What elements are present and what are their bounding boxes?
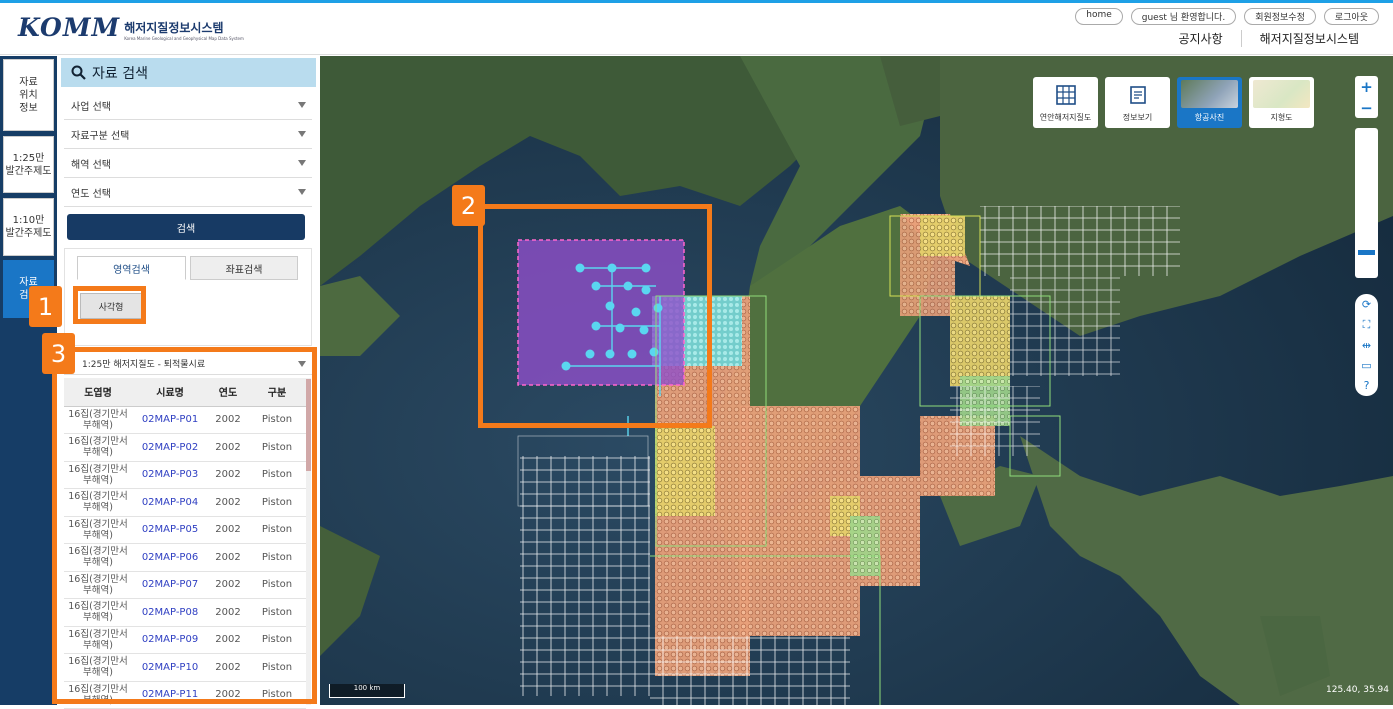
logo-title: 해저지질정보시스템 <box>124 21 224 35</box>
edit-profile-link[interactable]: 회원정보수정 <box>1244 8 1316 25</box>
tab-250k-maps[interactable]: 1:25만 발간주제도 <box>3 136 54 193</box>
year-select-label: 연도 선택 <box>71 188 111 200</box>
project-select-label: 사업 선택 <box>71 101 111 113</box>
highlight-box-rect-button <box>73 286 146 324</box>
annotation-badge-3: 3 <box>42 333 75 374</box>
measure-icon[interactable]: ⇹ <box>1362 339 1371 352</box>
site-header: KOMM 해저지질정보시스템 Korea Marine Geological a… <box>0 3 1393 55</box>
refresh-icon[interactable]: ⟳ <box>1362 298 1371 311</box>
layer-info-label: 정보보기 <box>1122 113 1153 122</box>
topo-thumbnail-icon <box>1253 80 1310 108</box>
home-link[interactable]: home <box>1075 8 1123 25</box>
coordinate-readout: 125.40, 35.94 <box>1326 685 1389 695</box>
document-icon <box>1129 85 1146 104</box>
sea-area-select[interactable]: 해역 선택 <box>64 149 312 178</box>
layer-coastal-geology-button[interactable]: 연안해저지질도 <box>1033 77 1098 128</box>
layer-info-button[interactable]: 정보보기 <box>1105 77 1170 128</box>
zoom-slider[interactable] <box>1355 128 1378 278</box>
sea-area-select-label: 해역 선택 <box>71 159 111 171</box>
tab-100k-maps[interactable]: 1:10만 발간주제도 <box>3 198 54 256</box>
nav-system[interactable]: 해저지질정보시스템 <box>1240 30 1377 47</box>
layer-aerial-button[interactable]: 항공사진 <box>1177 77 1242 128</box>
zoom-slider-handle[interactable] <box>1358 250 1375 255</box>
left-tab-bar: 자료 위치 정보 1:25만 발간주제도 1:10만 발간주제도 자료 검색 <box>0 56 57 705</box>
layer-switcher: 연안해저지질도 정보보기 항공사진 지형도 <box>1033 77 1314 128</box>
chevron-down-icon <box>298 160 306 166</box>
annotation-badge-2: 2 <box>452 185 485 226</box>
layer-aerial-label: 항공사진 <box>1194 113 1225 122</box>
data-type-select-label: 자료구분 선택 <box>71 130 130 142</box>
nav-notice[interactable]: 공지사항 <box>1160 30 1240 47</box>
layer-topo-label: 지형도 <box>1270 113 1293 122</box>
tab-data-location[interactable]: 자료 위치 정보 <box>3 59 54 131</box>
chevron-down-icon <box>298 189 306 195</box>
site-logo[interactable]: KOMM 해저지질정보시스템 Korea Marine Geological a… <box>18 13 244 42</box>
highlight-box-results <box>52 347 317 704</box>
layer-coastal-geology-label: 연안해저지질도 <box>1039 113 1092 122</box>
project-select[interactable]: 사업 선택 <box>64 91 312 120</box>
search-button[interactable]: 검색 <box>67 214 305 240</box>
grid-icon <box>1055 84 1076 105</box>
scale-bar: 100 km <box>329 684 405 698</box>
zoom-in-button[interactable]: + <box>1355 76 1378 97</box>
logout-link[interactable]: 로그아웃 <box>1323 8 1379 25</box>
search-icon <box>71 65 86 80</box>
layer-topo-button[interactable]: 지형도 <box>1249 77 1314 128</box>
fullscreen-icon[interactable]: ⛶ <box>1363 318 1371 332</box>
tab-coordinate-search[interactable]: 좌표검색 <box>190 256 298 280</box>
help-icon[interactable]: ? <box>1364 379 1370 392</box>
year-select[interactable]: 연도 선택 <box>64 178 312 207</box>
chevron-down-icon <box>298 131 306 137</box>
data-type-select[interactable]: 자료구분 선택 <box>64 120 312 149</box>
annotation-badge-1: 1 <box>29 286 62 327</box>
panel-title-bar: 자료 검색 <box>61 58 316 87</box>
welcome-text: guest 님 환영합니다. <box>1130 8 1237 25</box>
aerial-thumbnail-icon <box>1181 80 1238 108</box>
main-nav: 공지사항 해저지질정보시스템 <box>1160 30 1377 47</box>
utility-links: home guest 님 환영합니다. 회원정보수정 로그아웃 <box>1075 8 1379 25</box>
highlight-box-selection-area <box>478 204 712 428</box>
tab-area-search[interactable]: 영역검색 <box>77 256 186 280</box>
panel-title: 자료 검색 <box>92 65 148 82</box>
logo-subtitle: Korea Marine Geological and Geophysical … <box>124 36 244 41</box>
map-tools: ⟳ ⛶ ⇹ ▭ ? <box>1355 294 1378 396</box>
zoom-out-button[interactable]: − <box>1355 97 1378 118</box>
logo-mark: KOMM <box>18 13 121 42</box>
chevron-down-icon <box>298 102 306 108</box>
zoom-controls: + − <box>1355 76 1378 118</box>
monitor-icon[interactable]: ▭ <box>1361 359 1371 372</box>
